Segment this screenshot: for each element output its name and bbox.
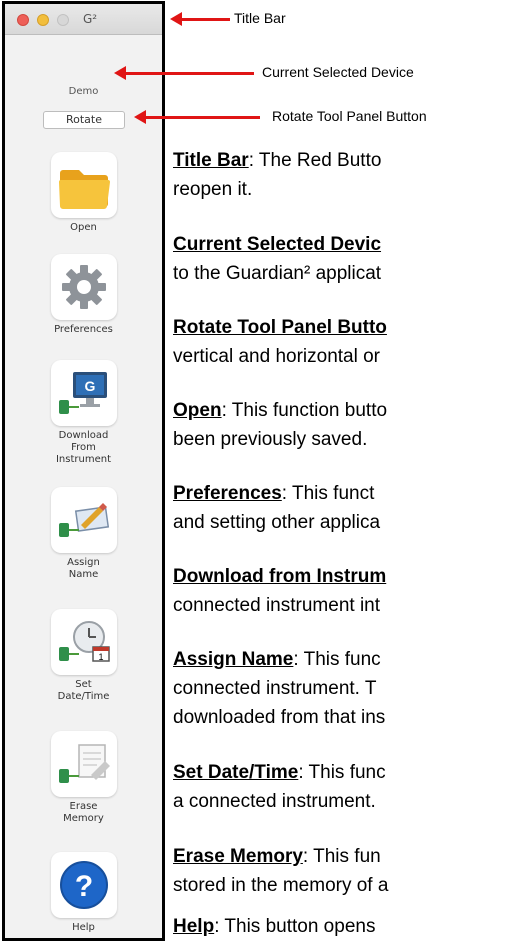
download-from-instrument-label: Download From Instrument <box>55 430 112 465</box>
erase-memory-label: Erase Memory <box>63 801 104 824</box>
description-open: Open: This function butto been previousl… <box>173 396 511 454</box>
gear-icon <box>50 254 117 320</box>
desc-text: : This funct <box>281 483 375 504</box>
term: Help <box>173 916 215 937</box>
download-instrument-icon: G <box>50 360 117 426</box>
desc-text: : This function butto <box>221 400 388 421</box>
preferences-label: Preferences <box>54 324 113 335</box>
desc-text: connected instrument. T <box>173 678 377 699</box>
term: Current Selected Devic <box>173 234 382 255</box>
close-button[interactable] <box>17 14 29 26</box>
current-device-callout: Current Selected Device <box>262 64 414 80</box>
term: Preferences <box>173 483 282 504</box>
open-button[interactable]: Open <box>5 152 162 234</box>
description-erase-memory: Erase Memory: This fun stored in the mem… <box>173 842 511 900</box>
minimize-button[interactable] <box>37 14 49 26</box>
term: Download from Instrum <box>173 566 387 587</box>
description-download: Download from Instrum connected instrume… <box>173 562 511 620</box>
svg-text:?: ? <box>74 870 92 903</box>
desc-text: : This func <box>298 762 386 783</box>
erase-memory-icon <box>50 731 117 797</box>
set-date-time-label: Set Date/Time <box>57 679 110 702</box>
description-set-date-time: Set Date/Time: This func a connected ins… <box>173 758 511 816</box>
description-rotate: Rotate Tool Panel Butto vertical and hor… <box>173 313 511 371</box>
desc-text: stored in the memory of a <box>173 875 389 896</box>
help-icon: ? <box>50 852 117 918</box>
set-date-time-button[interactable]: 1 Set Date/Time <box>5 609 162 703</box>
svg-text:1: 1 <box>98 652 103 662</box>
assign-name-label: Assign Name <box>67 557 100 580</box>
set-date-time-icon: 1 <box>50 609 117 675</box>
app-title: G² <box>83 12 98 26</box>
desc-text: vertical and horizontal or <box>173 346 380 367</box>
folder-icon <box>50 152 117 218</box>
assign-name-icon <box>50 487 117 553</box>
desc-text: to the Guardian² applicat <box>173 263 382 284</box>
desc-text: a connected instrument. <box>173 791 376 812</box>
desc-text: downloaded from that ins <box>173 707 386 728</box>
desc-text: and setting other applica <box>173 512 381 533</box>
term: Open <box>173 400 222 421</box>
svg-text:G: G <box>84 378 95 394</box>
description-help: Help: This button opens <box>173 912 511 941</box>
tool-panel-window: G² Demo Rotate Open Preferences G Downlo… <box>2 1 165 941</box>
title-bar[interactable]: G² <box>5 4 162 35</box>
description-title-bar: Title Bar: The Red Butto reopen it. <box>173 146 511 204</box>
current-device-label: Demo <box>68 86 99 97</box>
term: Title Bar <box>173 150 249 171</box>
erase-memory-button[interactable]: Erase Memory <box>5 731 162 825</box>
desc-text: : This fun <box>302 846 381 867</box>
desc-text: : The Red Butto <box>248 150 382 171</box>
term: Set Date/Time <box>173 762 299 783</box>
rotate-button[interactable]: Rotate <box>43 111 125 129</box>
zoom-button[interactable] <box>57 14 69 26</box>
preferences-button[interactable]: Preferences <box>5 254 162 336</box>
desc-text: : This func <box>293 649 381 670</box>
open-label: Open <box>70 222 97 233</box>
assign-name-button[interactable]: Assign Name <box>5 487 162 581</box>
description-preferences: Preferences: This funct and setting othe… <box>173 479 511 537</box>
help-label: Help <box>72 922 95 933</box>
term: Erase Memory <box>173 846 303 867</box>
download-from-instrument-button[interactable]: G Download From Instrument <box>5 360 162 466</box>
desc-text: reopen it. <box>173 179 253 200</box>
help-button[interactable]: ? Help <box>5 852 162 934</box>
desc-text: been previously saved. <box>173 429 368 450</box>
term: Assign Name <box>173 649 294 670</box>
rotate-arrow <box>134 110 260 124</box>
description-current-device: Current Selected Devic to the Guardian² … <box>173 230 511 288</box>
rotate-callout: Rotate Tool Panel Button <box>272 108 427 124</box>
title-bar-arrow <box>170 12 230 26</box>
current-device-arrow <box>114 66 254 80</box>
desc-text: connected instrument int <box>173 595 381 616</box>
term: Rotate Tool Panel Butto <box>173 317 387 338</box>
desc-text: : This button opens <box>214 916 376 937</box>
title-bar-callout: Title Bar <box>234 10 286 26</box>
description-assign-name: Assign Name: This func connected instrum… <box>173 645 511 732</box>
